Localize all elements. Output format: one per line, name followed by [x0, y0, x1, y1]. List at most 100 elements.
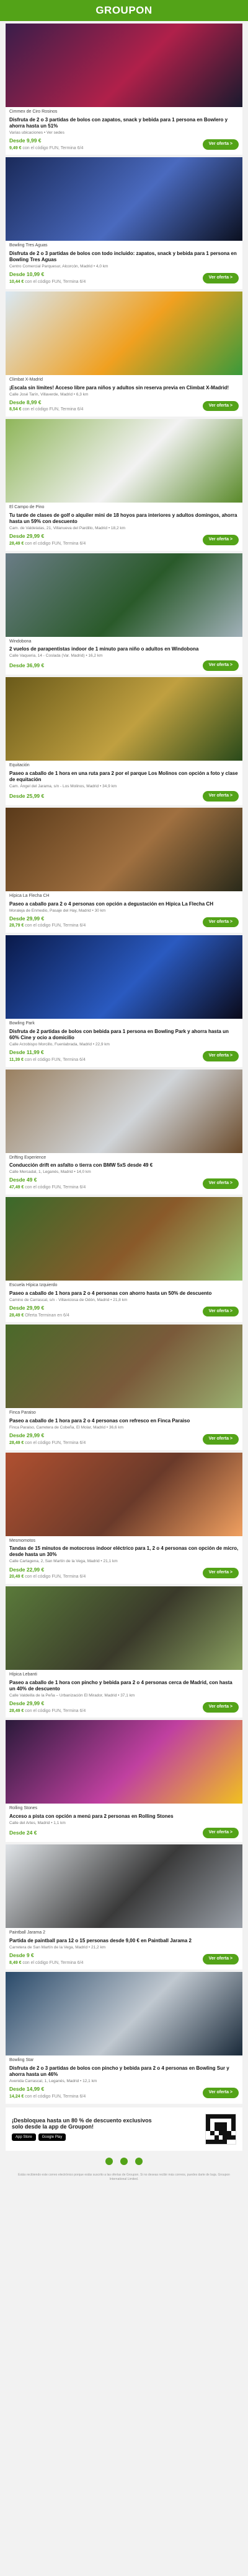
view-deal-button[interactable]: Ver oferta >	[202, 2088, 239, 2098]
deal-price: Desde 22,99 €	[9, 1567, 86, 1574]
deal-title[interactable]: Paseo a caballo de 1 hora con pincho y b…	[9, 1680, 239, 1692]
deal-image[interactable]	[6, 1325, 242, 1409]
app-promo: ¡Desbloquea hasta un 80 % de descuento e…	[6, 2107, 242, 2151]
deal-card[interactable]: Climbat X-Madrid ¡Escala sin límites! Acc…	[6, 291, 242, 417]
deal-pricing: Desde 22,99 € 20,49 € con el código FUN, …	[9, 1567, 86, 1581]
deal-title[interactable]: Partida de paintball para 12 o 15 person…	[9, 1938, 239, 1944]
deal-merchant: Equitación	[9, 763, 30, 768]
view-deal-button[interactable]: Ver oferta >	[202, 1701, 239, 1713]
view-deal-button[interactable]: Ver oferta >	[202, 791, 239, 802]
header-bar: GROUPON	[0, 0, 248, 21]
deal-title[interactable]: 2 vuelos de parapentistas indoor de 1 mi…	[9, 646, 239, 652]
facebook-icon[interactable]	[105, 2157, 113, 2165]
deal-list: Cimmex de Ciro Rosinos Disfruta de 2 o 3 …	[0, 21, 248, 2104]
deal-title[interactable]: ¡Escala sin límites! Acceso libre para n…	[9, 385, 239, 391]
deal-card[interactable]: Bowling Park Disfruta de 2 partidas de bo…	[6, 935, 242, 1067]
deal-image[interactable]	[6, 677, 242, 761]
view-deal-button[interactable]: Ver oferta >	[202, 534, 239, 545]
deal-image[interactable]	[6, 807, 242, 891]
view-deal-button[interactable]: Ver oferta >	[202, 917, 239, 928]
deal-promo: 28,49 € con el código FUN, Termina 6/4	[9, 1709, 86, 1714]
deal-merchant: Finca Paraiso	[9, 1411, 36, 1416]
deal-card[interactable]: Bowling Tres Aguas Disfruta de 2 o 3 part…	[6, 157, 242, 289]
deal-promo-note: con el código FUN, Termina 6/4	[24, 1708, 86, 1713]
deal-image[interactable]	[6, 157, 242, 241]
view-deal-button[interactable]: Ver oferta >	[202, 1828, 239, 1838]
deal-promo-note: con el código FUN, Termina 6/4	[23, 1057, 86, 1062]
view-deal-button[interactable]: Ver oferta >	[202, 1178, 239, 1189]
deal-card[interactable]: Cimmex de Ciro Rosinos Disfruta de 2 o 3 …	[6, 24, 242, 155]
deal-title[interactable]: Paseo a caballo de 1 hora para 2 o 4 per…	[9, 1290, 239, 1297]
deal-title[interactable]: Acceso a pista con opción a menú para 2 …	[9, 1813, 239, 1820]
view-deal-button[interactable]: Ver oferta >	[202, 660, 239, 672]
deal-title[interactable]: Paseo a caballo de 1 hora en una ruta pa…	[9, 771, 239, 783]
deal-merchant: Bowling Park	[9, 1021, 35, 1026]
deal-image[interactable]	[6, 1196, 242, 1281]
view-deal-button[interactable]: Ver oferta >	[202, 1953, 239, 1964]
view-deal-button[interactable]: Ver oferta >	[202, 139, 239, 150]
groupon-logo[interactable]: GROUPON	[95, 4, 152, 17]
deal-card[interactable]: Paintball Jarama 2 Partida de paintball p…	[6, 1844, 242, 1970]
deal-image[interactable]	[6, 553, 242, 637]
deal-image[interactable]	[6, 1972, 242, 2056]
deal-card[interactable]: Drifting Experience Conducción drift en a…	[6, 1069, 242, 1195]
view-deal-button[interactable]: Ver oferta >	[202, 1434, 239, 1445]
deal-card[interactable]: Finca Paraiso Paseo a caballo de 1 hora p…	[6, 1325, 242, 1450]
deal-price: Desde 29,99 €	[9, 1305, 69, 1312]
instagram-icon[interactable]	[120, 2157, 128, 2165]
deal-title[interactable]: Conducción drift en asfalto o tierra con…	[9, 1162, 239, 1169]
deal-pricing: Desde 9 € 8,49 € con el código FUN, Termi…	[9, 1952, 83, 1966]
deal-info: El Campo de Pino Tu tarde de clases de go…	[6, 503, 242, 550]
deal-card[interactable]: El Campo de Pino Tu tarde de clases de go…	[6, 419, 242, 551]
deal-location: Camino de Carrascal, s/n - Villaviciosa …	[9, 1297, 128, 1302]
deal-new-price: Desde 24 €	[9, 1829, 37, 1836]
google-play-button[interactable]: Google Play	[38, 2133, 66, 2141]
deal-card[interactable]: Equitación Paseo a caballo de 1 hora en u…	[6, 677, 242, 805]
deal-pricing: Desde 9,99 €9,49 € con el código FUN, Te…	[9, 137, 83, 152]
deal-title[interactable]: Disfruta de 2 partidas de bolos con bebi…	[9, 1029, 239, 1041]
deal-title[interactable]: Paseo a caballo de 1 hora para 2 o 4 per…	[9, 1418, 239, 1424]
deal-card[interactable]: Rolling Stones Acceso a pista con opción …	[6, 1720, 242, 1842]
deal-card[interactable]: Bowling Star Disfruta de 2 o 3 partidas d…	[6, 1972, 242, 2104]
deal-image[interactable]	[6, 935, 242, 1019]
deal-title[interactable]: Tandas de 15 minutos de motocross indoor…	[9, 1545, 239, 1558]
deal-card[interactable]: Windobona 2 vuelos de parapentistas indoo…	[6, 553, 242, 675]
deal-price-row: Desde 24 € Ver oferta >	[9, 1828, 239, 1838]
deal-location: Finca Paraiso, Carretera de Cobeña, El M…	[9, 1425, 123, 1430]
deal-new-price: Desde 29,99 €	[9, 1432, 45, 1439]
deal-title[interactable]: Disfruta de 2 o 3 partidas de bolos con …	[9, 2065, 239, 2078]
deal-image[interactable]	[6, 291, 242, 375]
deal-card[interactable]: Hípica Lebanti Paseo a caballo de 1 hora …	[6, 1586, 242, 1718]
deal-card[interactable]: Escuela Hípica Izquierdo Paseo a caballo …	[6, 1196, 242, 1323]
deal-image[interactable]	[6, 419, 242, 503]
deal-title[interactable]: Disfruta de 2 o 3 partidas de bolos con …	[9, 251, 239, 263]
deal-image[interactable]	[6, 24, 242, 107]
deal-price-row: Desde 22,99 € 20,49 € con el código FUN, …	[9, 1567, 239, 1581]
deal-info: Equitación Paseo a caballo de 1 hora en u…	[6, 761, 242, 805]
deal-price-row: Desde 29,99 € 28,49 € con el código FUN, …	[9, 533, 239, 547]
view-deal-button[interactable]: Ver oferta >	[202, 1306, 239, 1317]
deal-title[interactable]: Tu tarde de clases de golf o alquiler mi…	[9, 512, 239, 525]
view-deal-button[interactable]: Ver oferta >	[202, 1050, 239, 1061]
twitter-icon[interactable]	[135, 2157, 143, 2165]
view-deal-button[interactable]: Ver oferta >	[202, 273, 239, 283]
app-store-button[interactable]: App Store	[12, 2133, 36, 2141]
deal-image[interactable]	[6, 1452, 242, 1536]
view-deal-button[interactable]: Ver oferta >	[202, 400, 239, 412]
deal-card[interactable]: Mesmomotos Tandas de 15 minutos de motocr…	[6, 1452, 242, 1584]
deal-info: Drifting Experience Conducción drift en a…	[6, 1153, 242, 1195]
deal-title[interactable]: Disfruta de 2 o 3 partidas de bolos con …	[9, 117, 239, 129]
deal-price: Desde 29,99 €	[9, 915, 86, 923]
deal-image[interactable]	[6, 1844, 242, 1928]
deal-image[interactable]	[6, 1586, 242, 1670]
app-promo-title: ¡Desbloquea hasta un 80 % de descuento e…	[12, 2117, 152, 2130]
deal-card[interactable]: Hípica La Flecha CH Paseo a caballo para …	[6, 807, 242, 933]
deal-new-price: Desde 49 €	[9, 1177, 37, 1183]
deal-title[interactable]: Paseo a caballo para 2 o 4 personas con …	[9, 901, 239, 907]
deal-promo: 47,49 € con el código FUN, Termina 6/4	[9, 1185, 86, 1191]
email-page: GROUPON Cimmex de Ciro Rosinos Disfruta d…	[0, 0, 248, 2576]
deal-image[interactable]	[6, 1069, 242, 1153]
view-deal-button[interactable]: Ver oferta >	[202, 1568, 239, 1579]
deal-pricing: Desde 49 € 47,49 € con el código FUN, Ter…	[9, 1177, 86, 1191]
deal-image[interactable]	[6, 1720, 242, 1804]
